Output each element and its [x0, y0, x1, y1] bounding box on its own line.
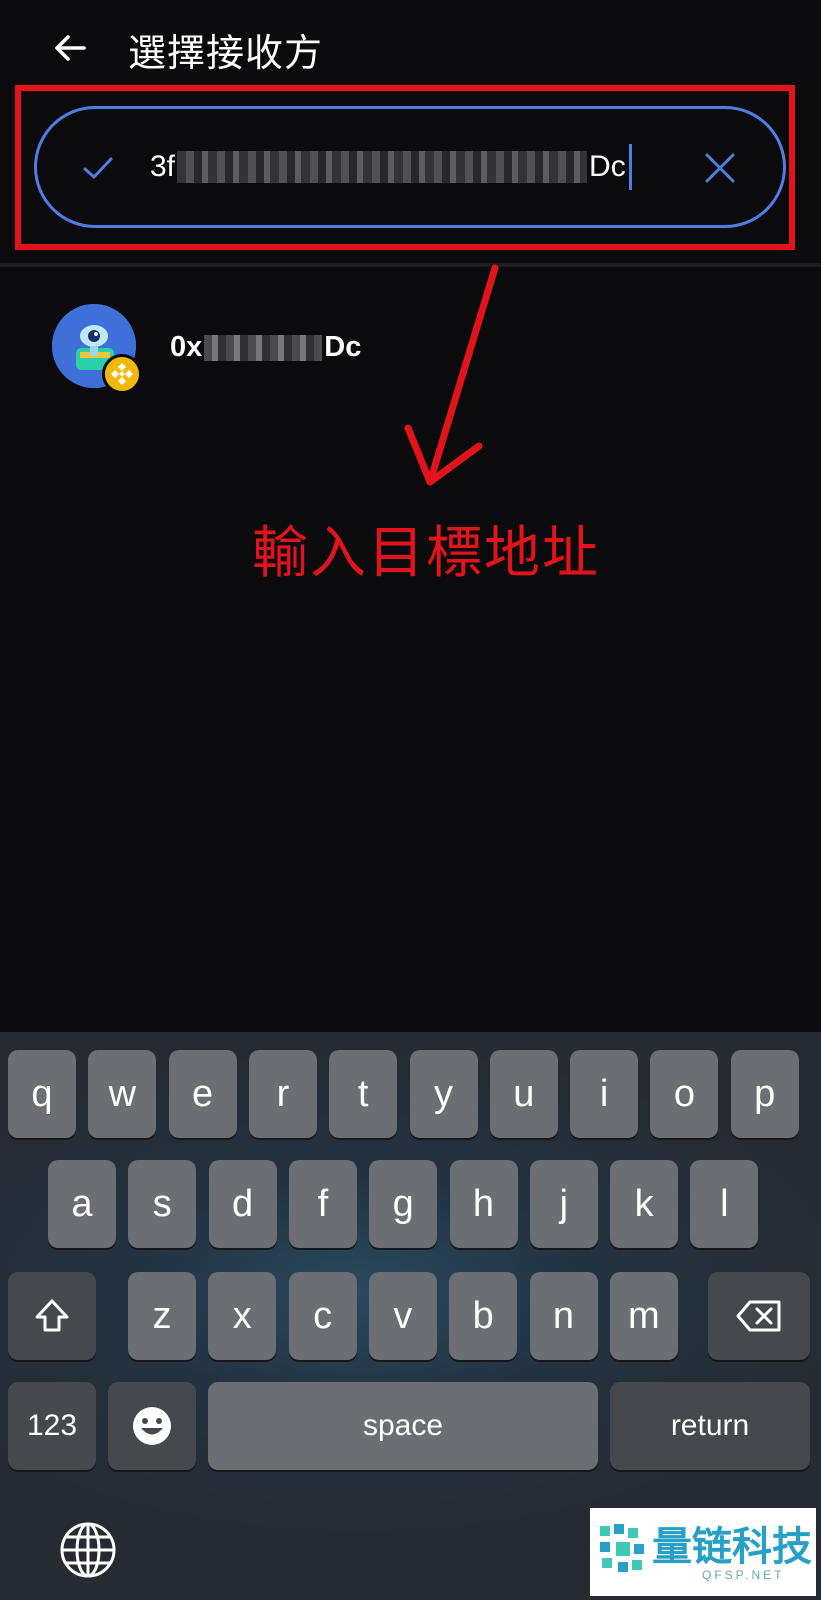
- space-key[interactable]: space: [208, 1382, 598, 1470]
- key-v[interactable]: v: [368, 1272, 437, 1360]
- key-n[interactable]: n: [529, 1272, 598, 1360]
- arrow-left-icon: [55, 35, 86, 61]
- key-m[interactable]: m: [609, 1272, 678, 1360]
- key-f[interactable]: f: [288, 1160, 357, 1248]
- emoji-key[interactable]: [108, 1382, 196, 1470]
- key-s[interactable]: s: [128, 1160, 197, 1248]
- key-y[interactable]: y: [409, 1050, 478, 1138]
- numbers-key[interactable]: 123: [8, 1382, 96, 1470]
- watermark-logo: [600, 1524, 644, 1572]
- result-address-masked: [204, 334, 323, 361]
- key-d[interactable]: d: [208, 1160, 277, 1248]
- key-p[interactable]: p: [730, 1050, 799, 1138]
- watermark-text: 量链科技: [652, 1524, 812, 1570]
- page-title: 選擇接收方: [128, 31, 324, 75]
- key-h[interactable]: h: [449, 1160, 518, 1248]
- result-address-start: 0x: [170, 331, 203, 363]
- key-g[interactable]: g: [369, 1160, 438, 1248]
- key-q[interactable]: q: [8, 1050, 76, 1138]
- key-c[interactable]: c: [288, 1272, 357, 1360]
- key-j[interactable]: j: [529, 1160, 598, 1248]
- key-x[interactable]: x: [208, 1272, 277, 1360]
- key-t[interactable]: t: [329, 1050, 398, 1138]
- bnb-chain-icon: [102, 354, 142, 394]
- globe-icon: [60, 1522, 116, 1578]
- clear-button[interactable]: [700, 148, 740, 188]
- key-z[interactable]: z: [128, 1272, 196, 1360]
- key-a[interactable]: a: [48, 1160, 116, 1248]
- address-input-masked: [177, 151, 588, 183]
- annotation-arrow-icon: [404, 264, 499, 486]
- key-u[interactable]: u: [489, 1050, 558, 1138]
- back-button[interactable]: [48, 26, 92, 70]
- result-address: 0x Dc: [170, 331, 361, 364]
- shift-icon: [35, 1299, 69, 1332]
- key-k[interactable]: k: [610, 1160, 679, 1248]
- address-input-end: Dc: [589, 150, 626, 183]
- key-w[interactable]: w: [88, 1050, 157, 1138]
- key-l[interactable]: l: [690, 1160, 759, 1248]
- watermark-subtext: QFSP.NET: [702, 1568, 785, 1582]
- address-input[interactable]: 3f Dc: [150, 140, 632, 194]
- delete-key[interactable]: [708, 1272, 810, 1360]
- key-b[interactable]: b: [449, 1272, 518, 1360]
- backspace-icon: [736, 1300, 781, 1332]
- key-i[interactable]: i: [570, 1050, 639, 1138]
- emoji-icon: [133, 1407, 171, 1445]
- check-icon: [80, 150, 116, 186]
- return-key[interactable]: return: [610, 1382, 810, 1470]
- close-icon: [705, 153, 735, 183]
- watermark: 量链科技 QFSP.NET: [590, 1508, 816, 1596]
- key-e[interactable]: e: [168, 1050, 237, 1138]
- shift-key[interactable]: [8, 1272, 96, 1360]
- key-r[interactable]: r: [248, 1050, 317, 1138]
- header: 選擇接收方: [0, 0, 821, 95]
- address-input-start: 3f: [150, 150, 176, 183]
- result-address-end: Dc: [324, 331, 362, 363]
- globe-key[interactable]: [58, 1520, 118, 1580]
- key-o[interactable]: o: [650, 1050, 719, 1138]
- annotation-text: 輸入目標地址: [252, 521, 600, 586]
- text-caret: [628, 144, 632, 190]
